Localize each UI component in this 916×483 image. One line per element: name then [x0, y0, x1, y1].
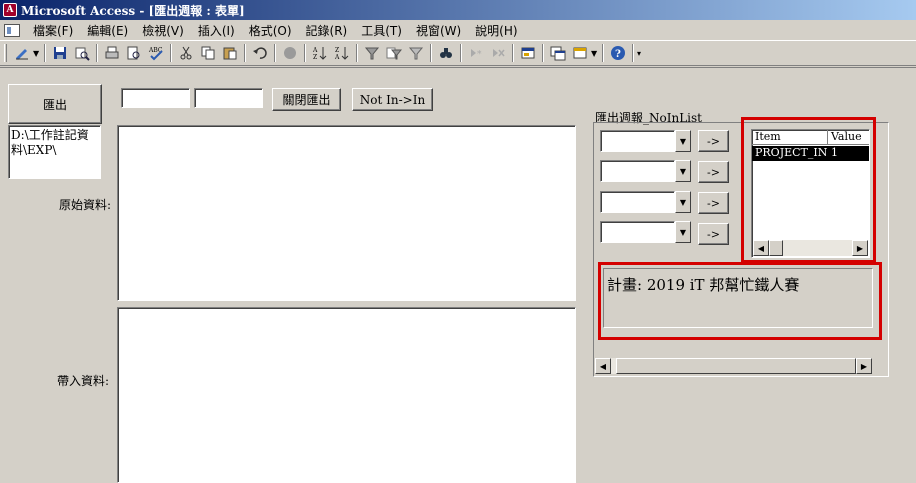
toolbar-separator [632, 44, 634, 62]
svg-text:*: * [477, 50, 482, 60]
group-hscrollbar[interactable]: ◀ ▶ [595, 358, 872, 374]
menu-format[interactable]: 格式(O) [242, 22, 299, 39]
chevron-down-icon[interactable]: ▼ [675, 130, 691, 152]
toolbar-separator [304, 44, 306, 62]
search-icon[interactable] [72, 43, 92, 63]
svg-text:A: A [312, 47, 318, 54]
column-header-value[interactable]: Value [828, 130, 869, 144]
apply-filter-icon[interactable] [406, 43, 426, 63]
menu-file[interactable]: 檔案(F) [26, 22, 80, 39]
sort-ascending-icon[interactable]: AZ [310, 43, 330, 63]
menu-bar: 檔案(F) 編輯(E) 檢視(V) 插入(I) 格式(O) 記錄(R) 工具(T… [0, 20, 916, 40]
import-data-textbox[interactable] [117, 307, 576, 483]
chevron-down-icon[interactable]: ▼ [675, 221, 691, 243]
database-window-icon[interactable] [548, 43, 568, 63]
window-title: Microsoft Access - [匯出週報 : 表單] [21, 3, 245, 18]
close-export-button[interactable]: 關閉匯出 [272, 88, 341, 111]
date-from-input[interactable] [121, 88, 190, 108]
export-path-textbox[interactable]: D:\工作註記資料\EXP\ [8, 125, 101, 179]
list-row[interactable]: PROJECT_INI 1 [752, 146, 869, 161]
svg-text:Z: Z [335, 47, 339, 54]
toolbar-separator [460, 44, 462, 62]
list-cell-value: 1 [831, 146, 838, 159]
date-to-input[interactable] [194, 88, 263, 108]
scroll-right-icon[interactable]: ▶ [856, 358, 872, 374]
scroll-thumb[interactable] [769, 240, 783, 256]
combo-box-1[interactable]: ▼ [600, 130, 691, 152]
access-app-icon[interactable]: A [3, 3, 17, 17]
chevron-down-icon[interactable]: ▼ [675, 160, 691, 182]
svg-text:?: ? [615, 49, 621, 60]
toolbar-grip[interactable] [4, 44, 7, 62]
save-icon[interactable] [50, 43, 70, 63]
chevron-down-icon[interactable]: ▼ [33, 49, 41, 58]
move-button-3[interactable]: -> [698, 192, 729, 214]
filter-by-form-icon[interactable] [384, 43, 404, 63]
sort-descending-icon[interactable]: ZA [332, 43, 352, 63]
new-object-icon[interactable] [570, 43, 590, 63]
toolbar-separator [274, 44, 276, 62]
toolbar-separator [96, 44, 98, 62]
toolbar-separator [430, 44, 432, 62]
form-document-icon[interactable] [4, 23, 20, 37]
filter-by-selection-icon[interactable] [362, 43, 382, 63]
menu-help[interactable]: 說明(H) [468, 22, 524, 39]
spell-check-icon[interactable]: ABC [146, 43, 166, 63]
combo-box-3[interactable]: ▼ [600, 191, 691, 213]
combo-box-4[interactable]: ▼ [600, 221, 691, 243]
menu-records[interactable]: 記錄(R) [299, 22, 355, 39]
chevron-down-icon[interactable]: ▼ [675, 191, 691, 213]
not-in-to-in-button[interactable]: Not In->In [352, 88, 433, 111]
delete-record-icon[interactable] [488, 43, 508, 63]
menu-window[interactable]: 視窗(W) [409, 22, 468, 39]
toolbar-separator [356, 44, 358, 62]
find-icon[interactable] [436, 43, 456, 63]
copy-icon[interactable] [198, 43, 218, 63]
scroll-thumb[interactable] [616, 358, 856, 374]
move-button-2[interactable]: -> [698, 161, 729, 183]
menu-edit[interactable]: 編輯(E) [80, 22, 135, 39]
toolbar-separator [244, 44, 246, 62]
design-view-icon[interactable] [12, 43, 32, 63]
undo-icon[interactable] [250, 43, 270, 63]
list-header: Item Value [752, 130, 869, 145]
svg-text:Z: Z [313, 54, 317, 61]
toolbar-separator [542, 44, 544, 62]
project-highlight-box [598, 262, 882, 340]
combo-box-2[interactable]: ▼ [600, 160, 691, 182]
title-bar: A Microsoft Access - [匯出週報 : 表單] [0, 0, 916, 20]
print-icon[interactable] [102, 43, 122, 63]
hyperlink-icon[interactable] [280, 43, 300, 63]
form-view-toolbar: ▼ ABC AZ ZA * ▼ ? ▾ [0, 40, 916, 66]
paste-icon[interactable] [220, 43, 240, 63]
export-button[interactable]: 匯出 [8, 84, 102, 124]
item-value-listbox[interactable]: Item Value PROJECT_INI 1 ◀ ▶ [751, 129, 870, 258]
scroll-left-icon[interactable]: ◀ [753, 240, 769, 256]
move-button-1[interactable]: -> [698, 130, 729, 152]
chevron-down-icon[interactable]: ▼ [591, 49, 599, 58]
menu-view[interactable]: 檢視(V) [135, 22, 191, 39]
help-icon[interactable]: ? [608, 43, 628, 63]
import-data-label: 帶入資料: [57, 374, 110, 388]
listbox-hscrollbar[interactable]: ◀ ▶ [753, 240, 868, 256]
toolbar-separator [170, 44, 172, 62]
properties-icon[interactable] [518, 43, 538, 63]
scroll-right-icon[interactable]: ▶ [852, 240, 868, 256]
column-header-item[interactable]: Item [752, 130, 828, 144]
toolbar-separator [44, 44, 46, 62]
new-record-icon[interactable]: * [466, 43, 486, 63]
svg-text:A: A [334, 54, 340, 61]
menu-tools[interactable]: 工具(T) [354, 22, 409, 39]
toolbar-separator [512, 44, 514, 62]
toolbar-separator [602, 44, 604, 62]
menu-insert[interactable]: 插入(I) [191, 22, 242, 39]
list-cell-item: PROJECT_INI [755, 146, 828, 159]
move-button-4[interactable]: -> [698, 223, 729, 245]
cut-icon[interactable] [176, 43, 196, 63]
scroll-left-icon[interactable]: ◀ [595, 358, 611, 374]
original-data-label: 原始資料: [59, 198, 112, 212]
original-data-textbox[interactable] [117, 125, 576, 301]
toolbar-options-icon[interactable]: ▾ [637, 49, 645, 58]
print-preview-icon[interactable] [124, 43, 144, 63]
